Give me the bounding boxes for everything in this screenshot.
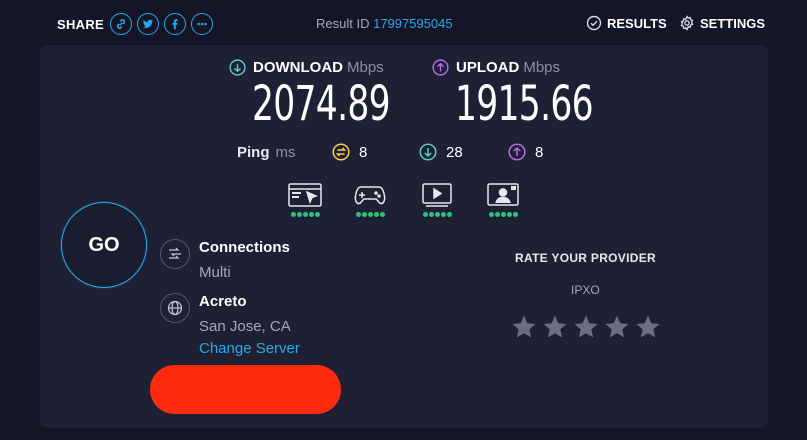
share-link-button[interactable] (110, 13, 133, 35)
ping-header: Ping ms (237, 144, 296, 161)
web-browsing-icon (288, 183, 322, 207)
globe-icon (167, 300, 183, 316)
ping-upload: 8 (508, 143, 543, 161)
web-browsing-dots (290, 212, 320, 217)
results-label: RESULTS (607, 15, 667, 31)
link-icon (116, 19, 126, 29)
settings-button[interactable]: SETTINGS (679, 15, 765, 31)
download-arrow-icon (229, 59, 246, 76)
ping-upload-value: 8 (535, 143, 544, 161)
gaming-icon (354, 186, 386, 205)
share-section: SHARE (57, 13, 218, 35)
video-chat-rating (486, 183, 520, 217)
star-icon (512, 315, 536, 338)
star-icon (574, 315, 598, 338)
share-label: SHARE (57, 16, 105, 32)
server-provider-name: Acreto (199, 293, 247, 310)
result-id-link[interactable]: 17997595045 (373, 16, 453, 31)
star-5-button[interactable] (635, 314, 661, 340)
gear-icon (680, 15, 694, 31)
video-chat-dots (488, 212, 518, 217)
star-rating (511, 314, 666, 340)
connections-value: Multi (199, 264, 231, 281)
video-streaming-dots (422, 212, 452, 217)
result-id-label: Result ID (316, 16, 370, 31)
connections-title: Connections (199, 239, 290, 256)
more-icon (197, 22, 207, 26)
gaming-rating (353, 183, 387, 217)
connections-icon-wrap (160, 239, 190, 269)
star-4-button[interactable] (604, 314, 630, 340)
ping-idle: 8 (332, 143, 367, 161)
ping-unit: ms (275, 144, 296, 161)
go-button[interactable]: GO (61, 202, 147, 288)
download-header: DOWNLOAD Mbps (229, 59, 384, 76)
ping-idle-value: 8 (359, 143, 368, 161)
upload-label: UPLOAD (456, 59, 520, 76)
ping-download: 28 (419, 143, 463, 161)
star-icon (605, 315, 629, 338)
ping-label: Ping (237, 144, 270, 161)
server-location: San Jose, CA (199, 318, 291, 335)
result-id: Result ID 17997595045 (316, 16, 453, 31)
star-icon (543, 315, 567, 338)
upload-speed-value: 1915.66 (455, 76, 594, 132)
share-facebook-button[interactable] (164, 13, 187, 35)
change-server-link[interactable]: Change Server (199, 340, 300, 357)
rate-provider-name: IPXO (571, 283, 600, 297)
video-streaming-icon (422, 183, 452, 207)
web-browsing-rating (288, 183, 322, 217)
video-chat-icon (487, 183, 519, 206)
upload-latency-icon (508, 143, 526, 161)
check-circle-icon (586, 15, 602, 31)
upload-header: UPLOAD Mbps (432, 59, 560, 76)
download-latency-icon (419, 143, 437, 161)
results-panel (40, 45, 768, 428)
share-twitter-button[interactable] (137, 13, 160, 35)
download-unit: Mbps (347, 59, 384, 76)
download-speed-value: 2074.89 (252, 76, 391, 132)
share-more-button[interactable] (191, 13, 214, 35)
star-1-button[interactable] (511, 314, 537, 340)
top-bar: SHARE Result ID 17997595045 RESULTS SETT… (0, 0, 807, 46)
star-2-button[interactable] (542, 314, 568, 340)
star-icon (636, 315, 660, 338)
download-label: DOWNLOAD (253, 59, 343, 76)
results-button[interactable]: RESULTS (586, 15, 667, 31)
gaming-dots (355, 212, 385, 217)
settings-label: SETTINGS (700, 15, 766, 31)
redacted-region (150, 365, 341, 414)
ping-download-value: 28 (446, 143, 463, 161)
rate-provider-title: RATE YOUR PROVIDER (515, 251, 656, 265)
server-icon-wrap (160, 293, 190, 323)
star-3-button[interactable] (573, 314, 599, 340)
twitter-icon (142, 19, 154, 28)
facebook-icon (172, 19, 178, 30)
upload-unit: Mbps (523, 59, 561, 76)
video-streaming-rating (420, 183, 454, 217)
upload-arrow-icon (432, 59, 449, 76)
connections-icon (169, 247, 181, 259)
idle-latency-icon (332, 143, 350, 161)
